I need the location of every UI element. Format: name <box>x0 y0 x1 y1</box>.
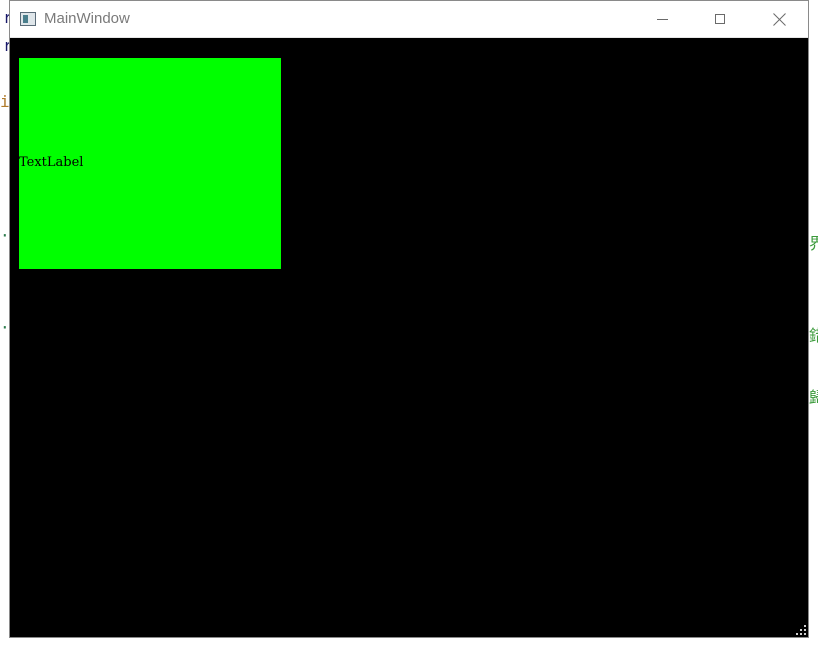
window-title: MainWindow <box>44 10 130 27</box>
background-code-fragment: 歸 <box>809 388 818 407</box>
close-icon <box>773 13 786 26</box>
text-label: TextLabel <box>19 155 84 170</box>
maximize-button[interactable] <box>691 1 749 37</box>
background-editor-left-edge: r r i · · <box>0 0 9 647</box>
background-code-fragment: 界 <box>809 234 818 253</box>
size-grip-icon[interactable] <box>796 625 806 635</box>
background-code-fragment: · <box>0 226 9 245</box>
text-label-widget: TextLabel <box>19 58 281 269</box>
minimize-button[interactable] <box>633 1 691 37</box>
central-widget: TextLabel <box>10 38 808 637</box>
background-editor-right-edge: 界 錯 歸 <box>809 0 818 647</box>
background-code-fragment: 錯 <box>809 326 818 345</box>
maximize-icon <box>715 14 725 24</box>
background-code-fragment: i <box>0 92 9 111</box>
close-button[interactable] <box>750 1 808 37</box>
minimize-icon <box>656 18 668 20</box>
main-window: MainWindow TextLabel <box>9 0 809 638</box>
app-window-icon <box>20 12 36 26</box>
background-code-fragment: · <box>0 318 9 337</box>
title-bar[interactable]: MainWindow <box>10 1 808 38</box>
